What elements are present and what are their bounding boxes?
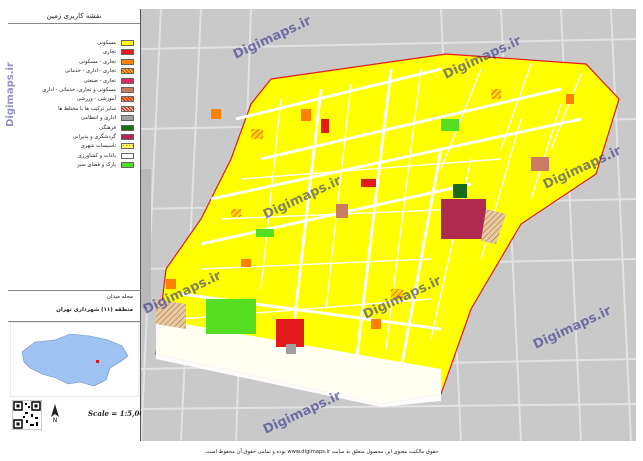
legend-item: مسکونی و تجاری، خدماتی - اداری: [12, 86, 138, 95]
legend-swatch: [121, 115, 134, 122]
inset-locator-map: [10, 322, 139, 397]
district-box: محله میدان منطقه (۱۱) شهرداری تهران: [8, 290, 141, 322]
orange-parcel-5: [371, 319, 381, 329]
legend-item: باغات و کشاورزی: [12, 152, 138, 161]
hatch-parcel-1: [251, 129, 263, 139]
orange-parcel-4: [566, 94, 574, 104]
legend-label: اداری و انتظامی: [81, 115, 116, 122]
legend-item: اداری و انتظامی: [12, 114, 138, 123]
legend-label: فرهنگی: [99, 124, 116, 131]
legend-swatch: [121, 152, 134, 159]
legend-item: مسکونی: [12, 39, 138, 48]
commercial-parcel-east: [361, 179, 376, 187]
legend-label: مسکونی: [97, 40, 116, 46]
legend-swatch: [121, 49, 134, 56]
scale-text: Scale = 1:5,000: [88, 409, 150, 418]
legend-label: تجاری: [103, 49, 116, 56]
legend-item: تجاری - اداری - خدماتی: [12, 67, 138, 76]
legend-item: گردشگری و پذیرایی: [12, 133, 138, 142]
park-parcel-small: [441, 119, 459, 131]
legend-label: تاسیسات شهری: [80, 143, 116, 150]
commercial-parcel-large: [276, 319, 304, 347]
legend-label: باغات و کشاورزی: [77, 152, 116, 159]
footer-copyright: حقوق مالکیت معنوی این محصول متعلق به سای…: [204, 449, 439, 455]
hatch-parcel-4: [491, 89, 501, 99]
north-label: N: [53, 417, 58, 423]
mixed-brown-parcel: [531, 157, 549, 171]
legend-label: پارک و فضای سبز: [76, 162, 116, 169]
legend-swatch: [121, 40, 134, 46]
admin-parcel: [286, 344, 296, 354]
map-canvas: [141, 9, 636, 441]
legend-item: فرهنگی: [12, 124, 138, 133]
legend-item: تجاری - مسکونی: [12, 58, 138, 67]
legend-swatch: [121, 86, 134, 93]
legend-label: گردشگری و پذیرایی: [72, 133, 116, 140]
legend-swatch: [121, 124, 134, 131]
mixed-brown-parcel-2: [336, 204, 348, 218]
legend-item: پارک و فضای سبز: [12, 161, 138, 170]
legend-swatch: [121, 133, 134, 140]
legend-label: سایر ترکیب ها یا مختلط ها: [58, 105, 116, 112]
legend-swatch: [121, 105, 134, 112]
legend-label: تجاری - صنعتی: [83, 77, 116, 84]
study-area-marker: [96, 360, 99, 363]
orange-parcel-2: [241, 259, 251, 267]
legend-swatch: [121, 58, 134, 65]
legend-item: تاسیسات شهری: [12, 142, 138, 151]
hatch-parcel-3: [231, 209, 241, 217]
legend-item: سایر ترکیب ها یا مختلط ها: [12, 105, 138, 114]
legend-label: مسکونی و تجاری، خدماتی - اداری: [42, 86, 116, 93]
qr-code: [12, 400, 42, 430]
legend-title: نقشه کاربری زمین: [8, 9, 140, 24]
district-name: محله میدان: [106, 294, 133, 300]
legend-item: آموزشی - ورزشی: [12, 95, 138, 104]
legend-label: تجاری - مسکونی: [79, 58, 116, 65]
north-arrow-icon: N: [51, 404, 59, 423]
legend-item: تجاری - صنعتی: [12, 77, 138, 86]
park-parcel-tiny: [256, 229, 274, 237]
legend-swatch: [121, 77, 134, 84]
legend-swatch: [121, 68, 134, 75]
legend-label: آموزشی - ورزشی: [76, 96, 116, 103]
legend-swatch: [121, 162, 134, 169]
district-subtitle: منطقه (۱۱) شهرداری تهران: [56, 307, 133, 313]
adjacent-block: [141, 169, 151, 309]
watermark-left: Digimaps.ir: [4, 62, 16, 127]
orange-parcel-1: [301, 109, 311, 121]
map-area[interactable]: Digimaps.ir Digimaps.ir Digimaps.ir Digi…: [141, 9, 636, 441]
orange-parcel-3: [211, 109, 221, 119]
legend-label: تجاری - اداری - خدماتی: [64, 68, 116, 75]
culture-parcel: [453, 184, 467, 198]
park-parcel: [206, 299, 256, 334]
tourism-parcel: [441, 199, 486, 239]
legend-swatch: [121, 96, 134, 103]
commercial-parcel-north: [321, 119, 329, 133]
legend-list: مسکونی تجاری تجاری - مسکونی تجاری - اداری -…: [12, 39, 138, 170]
legend-item: تجاری: [12, 48, 138, 57]
legend-swatch: [121, 143, 134, 150]
